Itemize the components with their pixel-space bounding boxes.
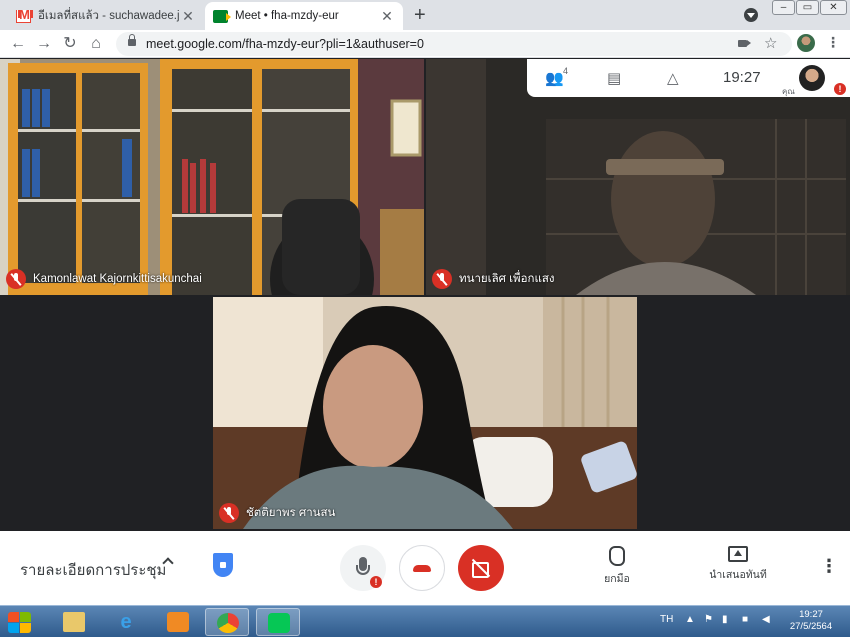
participant-tile[interactable]: ชัตติยาพร ศานสน [213, 297, 637, 529]
raise-hand-label: ยกมือ [604, 573, 630, 585]
maximize-button[interactable]: ▭ [796, 0, 819, 15]
network-icon[interactable]: ▮ [722, 614, 728, 625]
line-app-icon [268, 613, 290, 633]
mic-off-icon [432, 269, 452, 289]
taskbar-chrome[interactable] [205, 608, 249, 636]
participant-label: ทนายเลิศ เพื่อกแสง [432, 269, 555, 289]
self-avatar[interactable] [799, 65, 825, 91]
mic-off-icon [6, 269, 26, 289]
address-bar[interactable]: meet.google.com/fha-mzdy-eur?pli=1&authu… [116, 32, 792, 56]
participant-name: ทนายเลิศ เพื่อกแสง [459, 273, 555, 285]
video-frame [0, 59, 424, 295]
activities-icon[interactable]: △ [667, 69, 679, 87]
meeting-info-bar: 👥 4 ▤ △ 19:27 คุณ ! [527, 59, 850, 97]
windows-logo-part [20, 623, 31, 633]
participant-label: Kamonlawat Kajornkittisakunchai [6, 269, 202, 289]
tab-strip: อีเมลที่สแล้ว - suchawadee.ju@spru ✕ Mee… [0, 0, 850, 30]
you-label: คุณ [782, 87, 795, 96]
meeting-details-button[interactable]: รายละเอียดการประชุม [20, 558, 166, 582]
windows-logo-part [8, 623, 19, 633]
participant-label: ชัตติยาพร ศานสน [219, 503, 335, 523]
clock-time: 19:27 [799, 609, 823, 620]
tab-title: อีเมลที่สแล้ว - suchawadee.ju@spru [38, 10, 180, 22]
meeting-controls: รายละเอียดการประชุม ! ยกมือ นำเสนอทันที … [0, 531, 850, 605]
participant-name: ชัตติยาพร ศานสน [246, 507, 336, 519]
video-frame [213, 297, 637, 529]
forward-arrow-icon[interactable]: → [34, 34, 54, 54]
profile-avatar[interactable] [797, 34, 815, 52]
hand-icon [609, 546, 625, 566]
raise-hand-button[interactable]: ยกมือ [592, 546, 642, 587]
present-screen-icon [728, 546, 748, 562]
taskbar-explorer[interactable] [52, 608, 96, 636]
input-language[interactable]: TH [660, 614, 673, 625]
tray-expand-icon[interactable]: ▲ [685, 614, 695, 625]
volume-icon[interactable]: ◀ [762, 614, 770, 625]
people-icon[interactable]: 👥 [545, 69, 564, 87]
url-text[interactable]: meet.google.com/fha-mzdy-eur?pli=1&authu… [146, 37, 424, 51]
reload-icon[interactable]: ↻ [60, 34, 80, 54]
close-tab-icon[interactable]: ✕ [379, 8, 395, 25]
taskbar-media-player[interactable] [156, 608, 200, 636]
system-clock[interactable]: 19:27 27/5/2564 [784, 609, 838, 633]
tab-search-icon[interactable] [744, 8, 758, 22]
taskbar-line[interactable] [256, 608, 300, 636]
browser-menu-icon[interactable]: ⋮ [826, 34, 840, 51]
present-now-button[interactable]: นำเสนอทันที [700, 546, 776, 583]
taskbar-ie[interactable]: e [104, 608, 148, 636]
minimize-button[interactable]: – [772, 0, 795, 15]
windows-logo-part [20, 612, 31, 622]
close-window-button[interactable]: ✕ [820, 0, 847, 15]
present-now-label: นำเสนอทันที [709, 569, 767, 581]
security-icon[interactable]: ■ [742, 614, 748, 625]
browser-toolbar: ← → ↻ ⌂ meet.google.com/fha-mzdy-eur?pli… [0, 30, 850, 58]
close-tab-icon[interactable]: ✕ [180, 8, 196, 25]
home-icon[interactable]: ⌂ [86, 34, 106, 54]
bookmark-star-icon[interactable]: ☆ [764, 34, 777, 52]
more-options-icon[interactable]: ⋮ [820, 556, 838, 577]
chat-icon[interactable]: ▤ [607, 69, 621, 87]
windows-logo-icon [8, 612, 19, 622]
people-count: 4 [563, 66, 569, 76]
lock-icon[interactable] [128, 34, 136, 46]
alert-icon: ! [834, 83, 846, 95]
back-arrow-icon[interactable]: ← [8, 34, 28, 54]
participant-name: Kamonlawat Kajornkittisakunchai [33, 273, 202, 285]
tab-meet[interactable]: Meet • fha-mzdy-eur ✕ [205, 2, 403, 30]
windows-taskbar: e TH ▲ ⚑ ▮ ■ ◀ 19:27 27/5/2564 [0, 605, 850, 637]
chrome-icon [217, 613, 239, 633]
new-tab-button[interactable]: + [414, 4, 426, 27]
mic-alert-icon: ! [370, 576, 382, 588]
meet-icon [213, 9, 231, 23]
clock-date: 27/5/2564 [789, 621, 833, 632]
tab-title: Meet • fha-mzdy-eur [235, 10, 339, 22]
flag-icon[interactable]: ⚑ [704, 614, 713, 625]
folder-icon [63, 612, 85, 632]
gmail-icon [16, 7, 33, 23]
meeting-clock: 19:27 [723, 69, 761, 86]
camera-permission-icon[interactable] [738, 40, 751, 47]
camera-off-button[interactable] [458, 545, 504, 591]
start-button[interactable] [4, 609, 36, 635]
mic-off-icon [219, 503, 239, 523]
internet-explorer-icon: e [120, 611, 132, 633]
participant-tile[interactable]: Kamonlawat Kajornkittisakunchai [0, 59, 424, 295]
leave-call-button[interactable] [399, 545, 445, 591]
media-player-icon [167, 612, 189, 632]
tab-gmail[interactable]: อีเมลที่สแล้ว - suchawadee.ju@spru ✕ [8, 2, 204, 30]
host-controls-shield-icon[interactable] [213, 553, 233, 577]
